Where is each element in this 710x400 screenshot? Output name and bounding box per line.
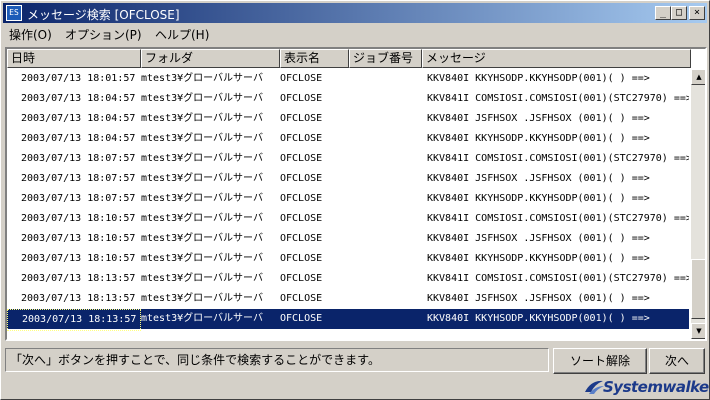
row-folder: mtest3¥グローバルサーバ xyxy=(141,73,263,84)
column-header-folder[interactable]: フォルダ xyxy=(141,49,280,68)
table-row[interactable]: 2003/07/13 18:07:57 mtest3¥グローバルサーバ OFCLOS… xyxy=(7,149,689,169)
row-message: KKV840I JSFHSOX .JSFHSOX (001)( ) ==> xyxy=(427,293,650,304)
table-row[interactable]: 2003/07/13 18:13:57 mtest3¥グローバルサーバ OFCLOS… xyxy=(7,289,689,309)
row-folder: mtest3¥グローバルサーバ xyxy=(141,93,263,104)
row-message: KKV840I KKYHSODP.KKYHSODP(001)( ) ==> xyxy=(427,253,650,264)
row-folder: mtest3¥グローバルサーバ xyxy=(141,193,263,204)
row-folder: mtest3¥グローバルサーバ xyxy=(141,213,263,224)
row-folder: mtest3¥グローバルサーバ xyxy=(141,113,263,124)
row-datetime: 2003/07/13 18:13:57 xyxy=(21,273,136,284)
row-datetime: 2003/07/13 18:10:57 xyxy=(21,253,136,264)
row-display-name: OFCLOSE xyxy=(280,313,323,324)
column-header-display-name[interactable]: 表示名 xyxy=(280,49,349,68)
row-datetime: 2003/07/13 18:07:57 xyxy=(21,193,136,204)
row-message: KKV841I COMSIOSI.COMSIOSI(001)(STC27970)… xyxy=(427,93,689,104)
row-display-name: OFCLOSE xyxy=(280,193,323,204)
row-datetime: 2003/07/13 18:01:57 xyxy=(21,73,136,84)
column-header-datetime[interactable]: 日時 xyxy=(7,49,141,68)
table-row[interactable]: 2003/07/13 18:04:57 mtest3¥グローバルサーバ OFCLOS… xyxy=(7,89,689,109)
row-display-name: OFCLOSE xyxy=(280,253,323,264)
table-row[interactable]: 2003/07/13 18:10:57 mtest3¥グローバルサーバ OFCLOS… xyxy=(7,209,689,229)
row-message: KKV841I COMSIOSI.COMSIOSI(001)(STC27970)… xyxy=(427,273,689,284)
row-datetime: 2003/07/13 18:10:57 xyxy=(21,233,136,244)
table-row[interactable]: 2003/07/13 18:13:57 mtest3¥グローバルサーバ OFCLOS… xyxy=(7,309,689,331)
table-row[interactable]: 2003/07/13 18:04:57 mtest3¥グローバルサーバ OFCLOS… xyxy=(7,109,689,129)
row-message: KKV840I JSFHSOX .JSFHSOX (001)( ) ==> xyxy=(427,113,650,124)
row-display-name: OFCLOSE xyxy=(280,273,323,284)
search-window: ES メッセージ検索 [OFCLOSE] _ □ × 操作(O) オプション(P… xyxy=(0,0,710,400)
vertical-scrollbar[interactable]: ▲ ▼ xyxy=(691,69,705,339)
row-datetime: 2003/07/13 18:13:57 xyxy=(7,309,141,331)
row-datetime: 2003/07/13 18:10:57 xyxy=(21,213,136,224)
row-message: KKV840I JSFHSOX .JSFHSOX (001)( ) ==> xyxy=(427,233,650,244)
table-row[interactable]: 2003/07/13 18:01:57 mtest3¥グローバルサーバ OFCLOS… xyxy=(7,69,689,89)
column-header-job-number[interactable]: ジョブ番号 xyxy=(349,49,422,68)
row-folder: mtest3¥グローバルサーバ xyxy=(141,173,263,184)
row-display-name: OFCLOSE xyxy=(280,233,323,244)
menu-help[interactable]: ヘルプ(H) xyxy=(155,26,209,43)
close-button[interactable]: × xyxy=(689,6,705,20)
row-folder: mtest3¥グローバルサーバ xyxy=(141,153,263,164)
row-datetime: 2003/07/13 18:07:57 xyxy=(21,153,136,164)
row-folder: mtest3¥グローバルサーバ xyxy=(141,233,263,244)
scroll-down-button[interactable]: ▼ xyxy=(691,323,705,339)
table-row[interactable]: 2003/07/13 18:07:57 mtest3¥グローバルサーバ OFCLOS… xyxy=(7,189,689,209)
menu-bar: 操作(O) オプション(P) ヘルプ(H) xyxy=(3,24,707,44)
systemwalker-logo: Systemwalker xyxy=(583,376,710,398)
table-row[interactable]: 2003/07/13 18:07:57 mtest3¥グローバルサーバ OFCLOS… xyxy=(7,169,689,189)
row-display-name: OFCLOSE xyxy=(280,173,323,184)
row-display-name: OFCLOSE xyxy=(280,153,323,164)
row-message: KKV840I KKYHSODP.KKYHSODP(001)( ) ==> xyxy=(427,313,650,324)
row-datetime: 2003/07/13 18:13:57 xyxy=(21,293,136,304)
row-display-name: OFCLOSE xyxy=(280,133,323,144)
scroll-thumb[interactable] xyxy=(691,259,705,319)
row-display-name: OFCLOSE xyxy=(280,113,323,124)
menu-operation[interactable]: 操作(O) xyxy=(9,26,52,43)
next-button[interactable]: 次へ xyxy=(649,348,705,374)
window-title: メッセージ検索 [OFCLOSE] xyxy=(27,8,180,22)
row-folder: mtest3¥グローバルサーバ xyxy=(141,313,263,324)
column-header-message[interactable]: メッセージ xyxy=(422,49,691,68)
row-message: KKV840I KKYHSODP.KKYHSODP(001)( ) ==> xyxy=(427,193,650,204)
status-bar: 「次へ」ボタンを押すことで、同じ条件で検索することができます。 xyxy=(5,348,549,372)
table-row[interactable]: 2003/07/13 18:10:57 mtest3¥グローバルサーバ OFCLOS… xyxy=(7,249,689,269)
row-display-name: OFCLOSE xyxy=(280,213,323,224)
table-row[interactable]: 2003/07/13 18:04:57 mtest3¥グローバルサーバ OFCLOS… xyxy=(7,129,689,149)
row-datetime: 2003/07/13 18:07:57 xyxy=(21,173,136,184)
row-message: KKV840I JSFHSOX .JSFHSOX (001)( ) ==> xyxy=(427,173,650,184)
row-display-name: OFCLOSE xyxy=(280,293,323,304)
table-row[interactable]: 2003/07/13 18:13:57 mtest3¥グローバルサーバ OFCLOS… xyxy=(7,269,689,289)
logo-swoosh-icon xyxy=(585,380,604,394)
sort-clear-button[interactable]: ソート解除 xyxy=(553,348,647,374)
row-display-name: OFCLOSE xyxy=(280,93,323,104)
row-display-name: OFCLOSE xyxy=(280,73,323,84)
row-folder: mtest3¥グローバルサーバ xyxy=(141,293,263,304)
menu-options[interactable]: オプション(P) xyxy=(65,26,142,43)
logo-text: Systemwalker xyxy=(603,378,710,396)
row-message: KKV840I KKYHSODP.KKYHSODP(001)( ) ==> xyxy=(427,73,650,84)
minimize-button[interactable]: _ xyxy=(655,6,671,20)
row-message: KKV840I KKYHSODP.KKYHSODP(001)( ) ==> xyxy=(427,133,650,144)
app-icon[interactable]: ES xyxy=(6,5,22,21)
row-message: KKV841I COMSIOSI.COMSIOSI(001)(STC27970)… xyxy=(427,213,689,224)
scroll-up-button[interactable]: ▲ xyxy=(691,69,705,85)
row-datetime: 2003/07/13 18:04:57 xyxy=(21,113,136,124)
row-folder: mtest3¥グローバルサーバ xyxy=(141,273,263,284)
row-datetime: 2003/07/13 18:04:57 xyxy=(21,133,136,144)
row-message: KKV841I COMSIOSI.COMSIOSI(001)(STC27970)… xyxy=(427,153,689,164)
maximize-button[interactable]: □ xyxy=(671,6,687,20)
row-folder: mtest3¥グローバルサーバ xyxy=(141,253,263,264)
message-list[interactable]: 日時 フォルダ 表示名 ジョブ番号 メッセージ 2003/07/13 18:01… xyxy=(5,47,707,341)
title-bar[interactable]: ES メッセージ検索 [OFCLOSE] _ □ × xyxy=(3,3,707,23)
table-row[interactable]: 2003/07/13 18:10:57 mtest3¥グローバルサーバ OFCLOS… xyxy=(7,229,689,249)
row-datetime: 2003/07/13 18:04:57 xyxy=(21,93,136,104)
row-folder: mtest3¥グローバルサーバ xyxy=(141,133,263,144)
